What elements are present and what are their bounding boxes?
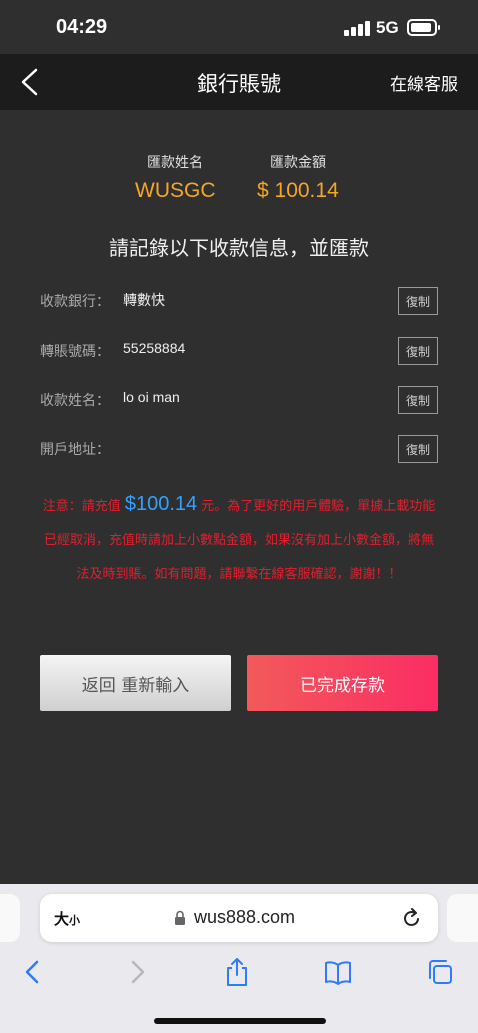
- share-icon[interactable]: [222, 957, 252, 987]
- battery-icon: [407, 19, 440, 36]
- reload-icon[interactable]: [402, 907, 422, 929]
- info-label: 開戶地址：: [40, 442, 110, 458]
- remit-amount-value: $ 100.14: [257, 179, 339, 202]
- back-reenter-button[interactable]: 返回 重新輸入: [40, 655, 231, 711]
- notice-text: 注意：請充值 $100.14 元。為了更好的用戶體驗，單據上載功能已經取消，充值…: [40, 487, 438, 592]
- signal-icon: [344, 20, 370, 36]
- remit-name-value: WUSGC: [135, 179, 216, 202]
- info-value: 轉數快: [123, 292, 165, 308]
- network-type: 5G: [376, 18, 399, 37]
- browser-back-icon[interactable]: [18, 957, 48, 987]
- status-time: 04:29: [56, 16, 108, 38]
- status-bar: 04:29 5G: [0, 0, 478, 54]
- address-bar[interactable]: 大小 wus888.com: [40, 894, 438, 942]
- browser-forward-icon[interactable]: [122, 957, 152, 987]
- copy-button[interactable]: 復制: [398, 337, 438, 365]
- remit-name-label: 匯款姓名: [147, 155, 203, 171]
- info-label: 轉賬號碼：: [40, 344, 110, 360]
- next-tab-preview[interactable]: [447, 894, 478, 942]
- notice-prefix: 注意：請充值: [42, 499, 125, 514]
- copy-button[interactable]: 復制: [398, 435, 438, 463]
- previous-tab-preview[interactable]: [0, 894, 20, 942]
- notice-amount: $100.14: [124, 493, 198, 515]
- deposit-complete-button[interactable]: 已完成存款: [247, 655, 438, 711]
- info-row-account: 轉賬號碼： 55258884 復制: [40, 337, 438, 367]
- info-row-bank: 收款銀行： 轉數快 復制: [40, 287, 438, 317]
- instruction-heading: 請記錄以下收款信息，並匯款: [109, 236, 369, 260]
- online-service-link[interactable]: 在線客服: [390, 70, 458, 95]
- bookmarks-icon[interactable]: [323, 957, 353, 987]
- text-size-button[interactable]: 大小: [54, 908, 80, 929]
- tabs-icon[interactable]: [425, 957, 455, 987]
- info-row-address: 開戶地址： 復制: [40, 435, 438, 465]
- info-row-payee: 收款姓名： lo oi man 復制: [40, 386, 438, 416]
- home-indicator: [154, 1018, 326, 1024]
- info-value: lo oi man: [123, 389, 180, 405]
- nav-header: 銀行賬號 在線客服: [0, 54, 478, 110]
- browser-toolbar: 大小 wus888.com: [0, 884, 478, 1033]
- info-label: 收款銀行：: [40, 294, 110, 310]
- info-value: 55258884: [123, 340, 186, 356]
- copy-button[interactable]: 復制: [398, 287, 438, 315]
- copy-button[interactable]: 復制: [398, 386, 438, 414]
- info-label: 收款姓名：: [40, 393, 110, 409]
- lock-icon: [175, 910, 185, 925]
- url-text: wus888.com: [194, 907, 296, 927]
- remit-amount-label: 匯款金額: [270, 155, 326, 171]
